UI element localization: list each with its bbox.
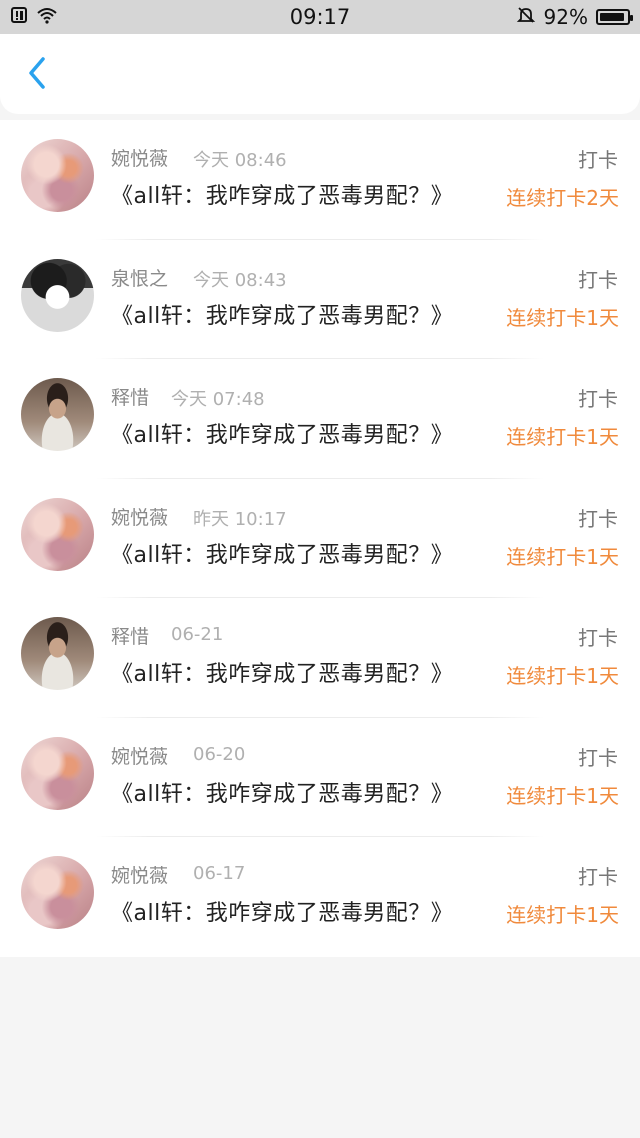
user-name[interactable]: 婉悦薇	[111, 144, 168, 171]
post-time: 06-20	[193, 743, 246, 765]
book-title[interactable]: 《all轩：我咋穿成了恶毒男配？》	[111, 537, 453, 569]
battery-fill	[600, 13, 624, 21]
streak-label: 连续打卡1天	[506, 544, 619, 569]
book-title[interactable]: 《all轩：我咋穿成了恶毒男配？》	[111, 178, 453, 210]
post-time: 06-21	[171, 624, 224, 645]
list-item[interactable]: 释惜 06-21 《all轩：我咋穿成了恶毒男配？》 打卡 连续打卡1天	[0, 598, 640, 718]
checkin-label: 打卡	[578, 148, 618, 172]
list-item[interactable]: 婉悦薇 今天 08:46 《all轩：我咋穿成了恶毒男配？》 打卡 连续打卡2天	[0, 120, 640, 240]
status-left-icons	[10, 5, 130, 29]
post-time: 06-17	[193, 863, 246, 884]
wifi-icon	[36, 5, 58, 29]
avatar[interactable]	[21, 378, 94, 451]
streak-label: 连续打卡1天	[506, 425, 619, 449]
post-time: 今天 08:43	[193, 269, 287, 291]
book-title[interactable]: 《all轩：我咋穿成了恶毒男配？》	[111, 776, 453, 808]
checkin-label: 打卡	[578, 506, 618, 531]
avatar[interactable]	[21, 497, 94, 571]
avatar[interactable]	[21, 736, 94, 810]
checkin-label: 打卡	[578, 745, 618, 770]
streak-label: 连续打卡1天	[506, 903, 619, 927]
list-item[interactable]: 释惜 今天 07:48 《all轩：我咋穿成了恶毒男配？》 打卡 连续打卡1天	[0, 359, 640, 479]
status-bar: 09:17 92%	[0, 0, 640, 34]
battery-percent: 92%	[543, 5, 588, 29]
user-name[interactable]: 婉悦薇	[111, 861, 168, 888]
avatar[interactable]	[21, 856, 94, 929]
back-button[interactable]	[14, 50, 60, 96]
user-name[interactable]: 婉悦薇	[111, 503, 168, 530]
user-name[interactable]: 婉悦薇	[111, 742, 168, 769]
book-title[interactable]: 《all轩：我咋穿成了恶毒男配？》	[111, 417, 453, 449]
user-name[interactable]: 释惜	[111, 622, 149, 649]
post-time: 今天 08:46	[193, 150, 287, 171]
battery-icon	[596, 9, 633, 25]
checkin-list: 婉悦薇 今天 08:46 《all轩：我咋穿成了恶毒男配？》 打卡 连续打卡2天…	[0, 120, 640, 957]
book-title[interactable]: 《all轩：我咋穿成了恶毒男配？》	[111, 895, 453, 927]
streak-label: 连续打卡1天	[506, 664, 619, 688]
checkin-label: 打卡	[578, 387, 618, 411]
checkin-label: 打卡	[578, 626, 618, 650]
post-time: 昨天 10:17	[193, 508, 287, 530]
avatar[interactable]	[21, 617, 94, 690]
notification-icon	[10, 5, 28, 29]
list-item[interactable]: 婉悦薇 昨天 10:17 《all轩：我咋穿成了恶毒男配？》 打卡 连续打卡1天	[0, 479, 640, 599]
list-item[interactable]: 婉悦薇 06-20 《all轩：我咋穿成了恶毒男配？》 打卡 连续打卡1天	[0, 718, 640, 838]
streak-label: 连续打卡2天	[506, 186, 619, 210]
book-title[interactable]: 《all轩：我咋穿成了恶毒男配？》	[111, 298, 453, 330]
status-right-icons: 92%	[516, 5, 633, 30]
chevron-left-icon	[29, 57, 45, 89]
avatar[interactable]	[21, 258, 94, 332]
list-item[interactable]: 泉恨之 今天 08:43 《all轩：我咋穿成了恶毒男配？》 打卡 连续打卡1天	[0, 240, 640, 360]
streak-label: 连续打卡1天	[506, 305, 619, 330]
post-time: 今天 07:48	[171, 389, 265, 410]
streak-label: 连续打卡1天	[506, 783, 619, 808]
book-title[interactable]: 《all轩：我咋穿成了恶毒男配？》	[111, 656, 453, 688]
list-item[interactable]: 婉悦薇 06-17 《all轩：我咋穿成了恶毒男配？》 打卡 连续打卡1天	[0, 837, 640, 957]
checkin-label: 打卡	[578, 865, 618, 889]
user-name[interactable]: 泉恨之	[111, 264, 168, 291]
nav-bar	[0, 34, 640, 114]
user-name[interactable]: 释惜	[111, 383, 149, 410]
mute-bell-icon	[516, 5, 536, 30]
checkin-label: 打卡	[578, 267, 618, 292]
avatar[interactable]	[21, 139, 94, 212]
